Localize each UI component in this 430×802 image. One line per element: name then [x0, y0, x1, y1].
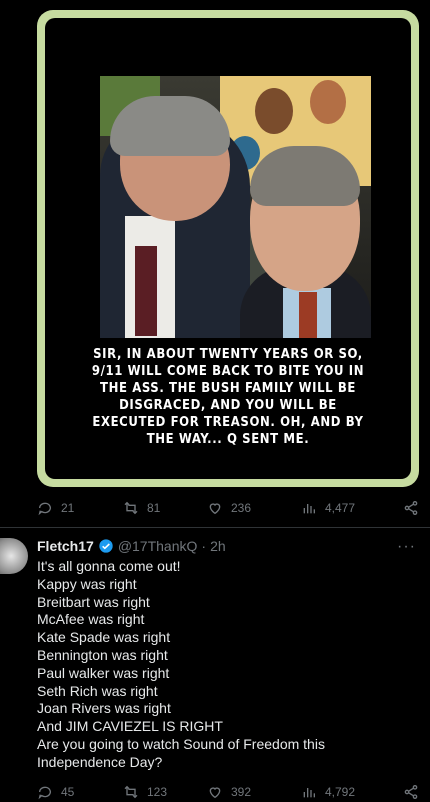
- repost-count: 81: [147, 501, 161, 515]
- repost-button[interactable]: 81: [123, 500, 207, 516]
- views-count: 4,792: [325, 785, 356, 799]
- post-text-line: It's all gonna come out!: [37, 558, 181, 574]
- avatar[interactable]: [0, 538, 28, 574]
- like-icon: [209, 503, 221, 515]
- post-text-line: Bennington was right: [37, 646, 168, 663]
- post-media-card[interactable]: TE MA Co SIR, IN ABOUT TWENTY YEARS OR S…: [37, 10, 419, 487]
- repost-button[interactable]: 123: [123, 784, 207, 800]
- post-text-line: And JIM CAVIEZEL IS RIGHT: [37, 718, 223, 735]
- post-text: It's all gonna come out! Kappy was right…: [37, 558, 417, 772]
- views-icon: [303, 504, 315, 514]
- author-handle[interactable]: @17ThankQ: [118, 538, 198, 554]
- post-text-line: Seth Rich was right: [37, 682, 158, 699]
- share-icon: [404, 785, 418, 799]
- reply-count: 45: [61, 785, 75, 799]
- like-icon: [209, 787, 221, 799]
- views-icon: [303, 788, 315, 798]
- post-text-line: Kate Spade was right: [37, 629, 171, 646]
- reply-icon: [38, 786, 51, 800]
- repost-icon: [124, 785, 138, 799]
- meme-photo: TE MA Co: [100, 76, 371, 338]
- author-name[interactable]: Fletch17: [37, 538, 94, 554]
- post-divider: [0, 527, 430, 528]
- views-count: 4,477: [325, 501, 356, 515]
- share-icon: [404, 501, 418, 515]
- post-text-line: Paul walker was right: [37, 664, 170, 681]
- post-text-line: Joan Rivers was right: [37, 700, 171, 717]
- post-text-line: McAfee was right: [37, 611, 145, 628]
- post-header: Fletch17 @17ThankQ · 2h: [37, 538, 226, 554]
- share-button[interactable]: [403, 784, 419, 800]
- verified-icon: [99, 539, 113, 553]
- repost-count: 123: [147, 785, 168, 799]
- meme-image: TE MA Co SIR, IN ABOUT TWENTY YEARS OR S…: [45, 18, 411, 479]
- share-button[interactable]: [403, 500, 419, 516]
- post-text-line: Are you going to watch Sound of Freedom …: [37, 735, 325, 770]
- post-actions: 45 123 392 4,792: [37, 782, 419, 802]
- more-icon[interactable]: ···: [397, 538, 416, 556]
- reply-button[interactable]: 21: [37, 500, 123, 516]
- meme-caption: SIR, IN ABOUT TWENTY YEARS OR SO, 9/11 W…: [91, 347, 365, 447]
- like-button[interactable]: 392: [207, 784, 301, 800]
- like-button[interactable]: 236: [207, 500, 301, 516]
- post-text-line: Kappy was right: [37, 575, 137, 592]
- reply-icon: [38, 502, 51, 516]
- views-button[interactable]: 4,792: [301, 784, 401, 800]
- like-count: 392: [231, 785, 252, 799]
- reply-count: 21: [61, 501, 75, 515]
- like-count: 236: [231, 501, 252, 515]
- post-timestamp[interactable]: 2h: [210, 538, 226, 554]
- post-actions: 21 81 236 4,477: [37, 498, 419, 518]
- repost-icon: [124, 501, 138, 515]
- reply-button[interactable]: 45: [37, 784, 123, 800]
- views-button[interactable]: 4,477: [301, 500, 401, 516]
- post-text-line: Breitbart was right: [37, 593, 150, 610]
- separator-dot: ·: [201, 538, 207, 554]
